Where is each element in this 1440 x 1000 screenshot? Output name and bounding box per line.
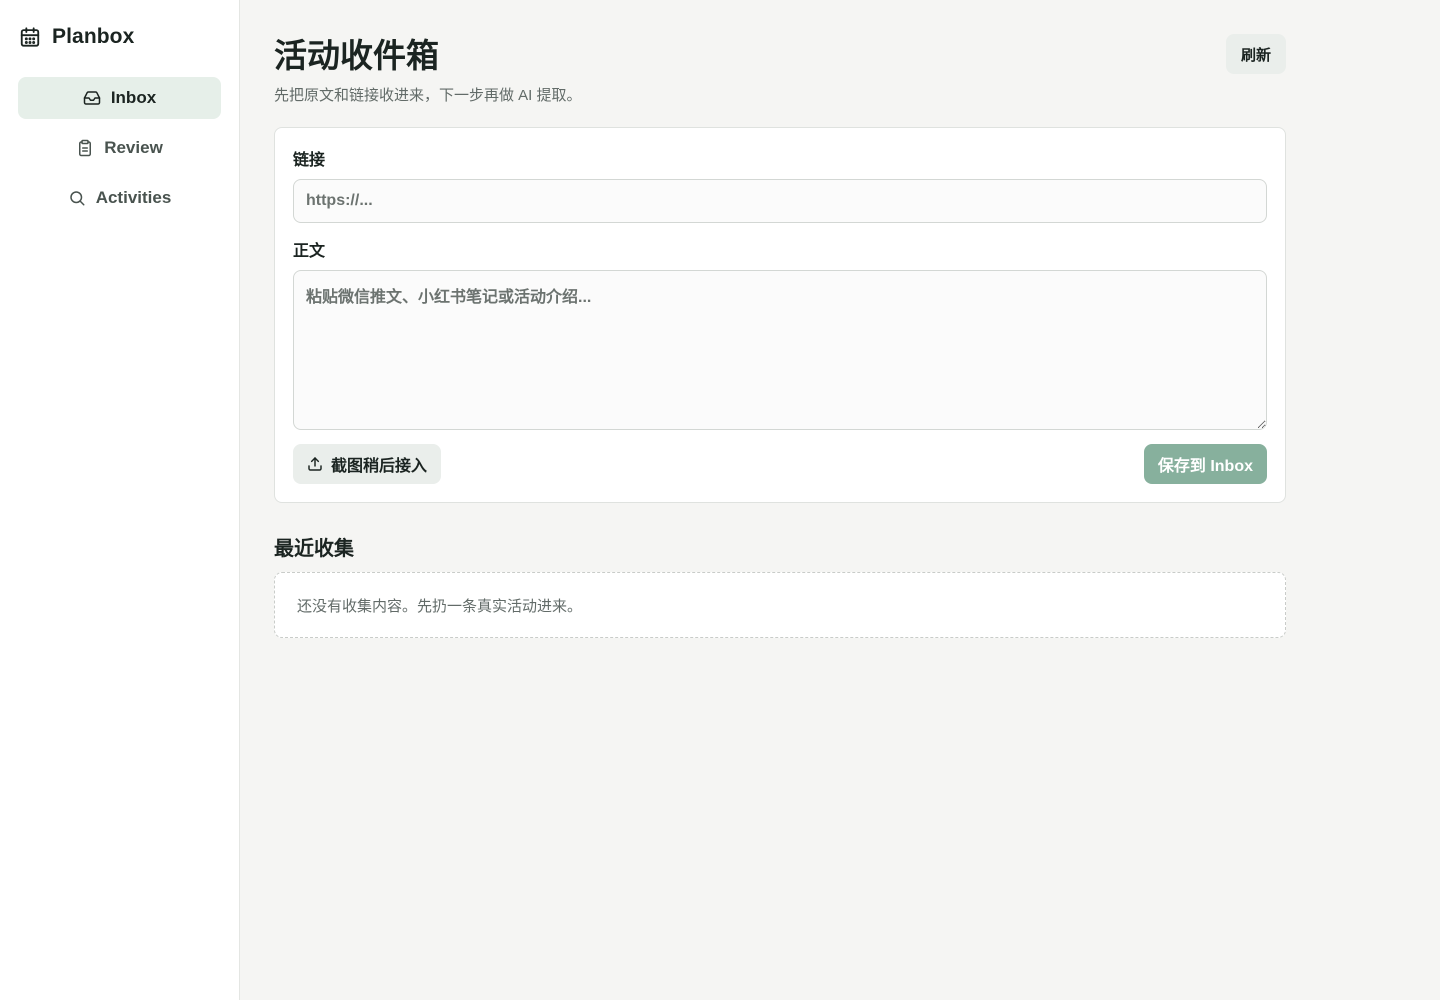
sidebar-item-review[interactable]: Review — [18, 127, 221, 169]
capture-form: 链接 正文 截图稍后接入 保存到 Inbox — [274, 127, 1286, 503]
body-textarea[interactable] — [293, 270, 1267, 430]
body-label: 正文 — [293, 243, 326, 260]
search-icon — [69, 191, 85, 206]
refresh-button[interactable]: 刷新 — [1226, 34, 1286, 74]
link-input[interactable] — [293, 179, 1267, 223]
app-name: Planbox — [52, 25, 135, 48]
sidebar-item-label: Inbox — [110, 88, 157, 107]
sidebar-item-label: Activities — [95, 188, 172, 207]
page-header: 活动收件箱 先把原文和链接收进来，下一步再做 AI 提取。 刷新 — [274, 34, 1286, 127]
sidebar-item-label: Review — [104, 138, 163, 157]
sidebar-item-activities[interactable]: Activities — [18, 177, 221, 219]
recent-section-title: 最近收集 — [274, 538, 354, 560]
page-subtitle: 先把原文和链接收进来，下一步再做 AI 提取。 — [274, 87, 582, 104]
save-to-inbox-button[interactable]: 保存到 Inbox — [1143, 444, 1267, 484]
brand[interactable]: Planbox — [0, 0, 239, 74]
main-content: 活动收件箱 先把原文和链接收进来，下一步再做 AI 提取。 刷新 链接 正文 截… — [240, 0, 1440, 1000]
inbox-icon — [83, 91, 101, 105]
upload-icon — [308, 457, 322, 471]
link-label: 链接 — [293, 152, 326, 169]
clipboard-icon — [79, 139, 92, 157]
sidebar: Planbox Inbox Review Activities — [0, 0, 240, 1000]
form-actions: 截图稍后接入 保存到 Inbox — [293, 444, 1267, 484]
upload-screenshot-button[interactable]: 截图稍后接入 — [293, 444, 442, 484]
sidebar-item-inbox[interactable]: Inbox — [18, 77, 221, 119]
calendar-icon — [20, 27, 40, 47]
recent-empty-state: 还没有收集内容。先扔一条真实活动进来。 — [274, 572, 1286, 638]
sidebar-nav: Inbox Review Activities — [0, 74, 239, 219]
upload-button-label: 截图稍后接入 — [331, 458, 428, 475]
page-title: 活动收件箱 — [274, 37, 439, 74]
